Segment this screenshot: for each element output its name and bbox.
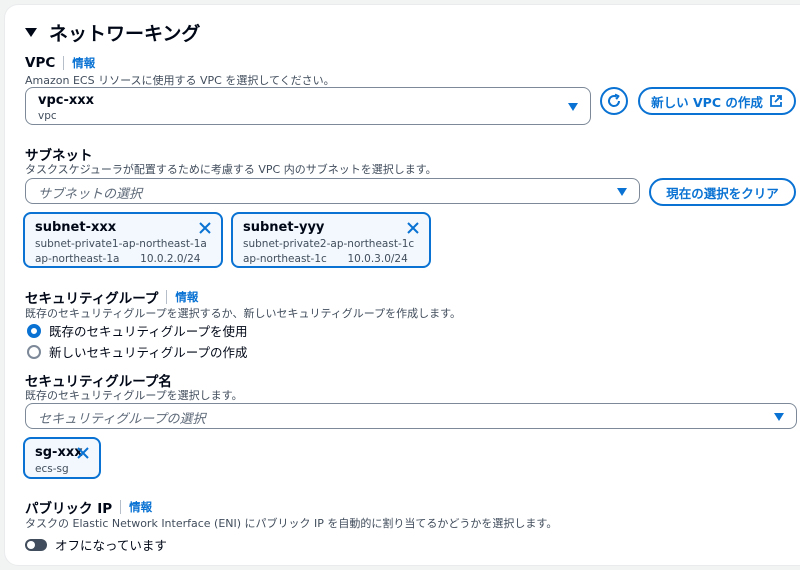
- section-header[interactable]: ネットワーキング: [25, 19, 200, 46]
- dropdown-triangle-icon: [774, 413, 784, 421]
- subnet-token-name: subnet-xxx: [35, 220, 117, 235]
- clear-selection-label: 現在の選択をクリア: [666, 185, 779, 201]
- public-ip-toggle-label: オフになっています: [55, 538, 167, 553]
- create-vpc-button[interactable]: 新しい VPC の作成: [638, 87, 796, 115]
- public-ip-info-link[interactable]: 情報: [129, 499, 152, 515]
- radio-new-sg[interactable]: 新しいセキュリティグループの作成: [27, 342, 248, 361]
- sg-token: sg-xxx ecs-sg: [23, 437, 101, 479]
- vpc-selected-sub: vpc: [38, 110, 57, 122]
- public-ip-toggle[interactable]: [25, 538, 47, 551]
- subnet-token-az: ap-northeast-1c: [243, 253, 327, 265]
- security-group-label: セキュリティグループ: [25, 291, 159, 307]
- refresh-button[interactable]: [600, 87, 628, 115]
- vpc-label: VPC: [25, 55, 56, 71]
- subnet-token-meta: ap-northeast-1a 10.0.2.0/24: [35, 253, 211, 265]
- public-ip-description: タスクの Elastic Network Interface (ENI) にパブ…: [25, 517, 558, 530]
- sg-name-description: 既存のセキュリティグループを選択します。: [25, 389, 243, 402]
- divider: [63, 56, 65, 70]
- external-link-icon: [769, 95, 782, 107]
- subnet-token-detail: subnet-private2-ap-northeast-1c: [243, 238, 415, 250]
- public-ip-label: パブリック IP: [25, 501, 113, 517]
- public-ip-label-row: パブリック IP 情報: [25, 497, 152, 517]
- toggle-knob: [27, 540, 35, 549]
- vpc-info-link[interactable]: 情報: [72, 55, 95, 71]
- radio-checked-icon[interactable]: [27, 323, 41, 338]
- subnet-token-cidr: 10.0.3.0/24: [347, 253, 408, 265]
- radio-existing-sg-label: 既存のセキュリティグループを使用: [49, 324, 248, 339]
- vpc-description: Amazon ECS リソースに使用する VPC を選択してください。: [25, 74, 335, 87]
- security-group-select[interactable]: セキュリティグループの選択: [25, 403, 797, 429]
- subnet-token-meta: ap-northeast-1c 10.0.3.0/24: [243, 253, 419, 265]
- subnet-token: subnet-xxx subnet-private1-ap-northeast-…: [23, 212, 223, 268]
- clear-selection-button[interactable]: 現在の選択をクリア: [649, 178, 796, 206]
- vpc-selected-value: vpc-xxx: [38, 93, 95, 108]
- sg-token-detail: ecs-sg: [35, 463, 69, 475]
- dropdown-triangle-icon: [617, 188, 627, 196]
- section-title: ネットワーキング: [49, 23, 201, 45]
- remove-icon[interactable]: [197, 220, 213, 236]
- subnet-token-detail: subnet-private1-ap-northeast-1a: [35, 238, 207, 250]
- security-group-info-link[interactable]: 情報: [175, 289, 198, 305]
- divider: [120, 500, 122, 514]
- security-group-description: 既存のセキュリティグループを選択するか、新しいセキュリティグループを作成します。: [25, 307, 462, 320]
- public-ip-toggle-row[interactable]: オフになっています: [25, 535, 167, 554]
- subnet-placeholder: サブネットの選択: [38, 187, 143, 202]
- caret-down-icon[interactable]: [25, 28, 37, 37]
- dropdown-triangle-icon: [568, 103, 578, 111]
- vpc-label-row: VPC 情報: [25, 55, 95, 71]
- subnet-select[interactable]: サブネットの選択: [25, 178, 640, 204]
- subnet-token-cidr: 10.0.2.0/24: [140, 253, 201, 265]
- subnet-token-az: ap-northeast-1a: [35, 253, 120, 265]
- remove-icon[interactable]: [75, 445, 91, 461]
- remove-icon[interactable]: [405, 220, 421, 236]
- subnet-token: subnet-yyy subnet-private2-ap-northeast-…: [231, 212, 431, 268]
- networking-panel: ネットワーキング VPC 情報 Amazon ECS リソースに使用する VPC…: [4, 4, 800, 566]
- radio-unchecked-icon[interactable]: [27, 344, 41, 359]
- subnet-description: タスクスケジューラが配置するために考慮する VPC 内のサブネットを選択します。: [25, 163, 437, 176]
- create-vpc-label: 新しい VPC の作成: [651, 94, 763, 110]
- radio-new-sg-label: 新しいセキュリティグループの作成: [49, 345, 248, 360]
- divider: [166, 290, 168, 304]
- sg-placeholder: セキュリティグループの選択: [38, 412, 206, 427]
- vpc-select[interactable]: vpc-xxx vpc: [25, 87, 591, 125]
- subnet-token-name: subnet-yyy: [243, 220, 325, 235]
- security-group-label-row: セキュリティグループ 情報: [25, 287, 198, 307]
- refresh-icon: [608, 93, 621, 107]
- radio-existing-sg[interactable]: 既存のセキュリティグループを使用: [27, 321, 248, 340]
